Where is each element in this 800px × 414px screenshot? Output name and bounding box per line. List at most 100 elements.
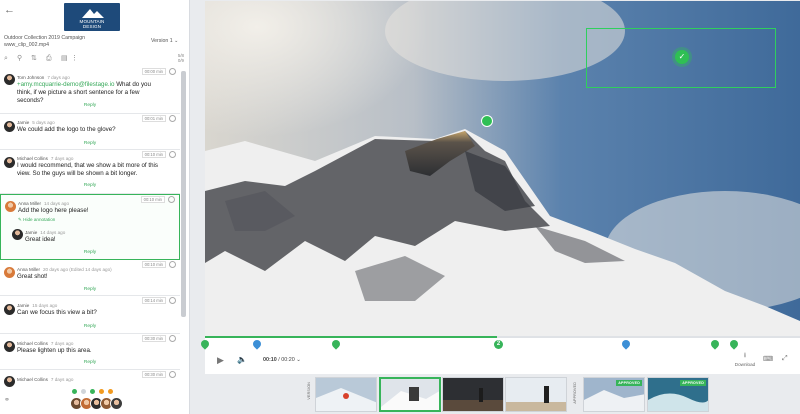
comment-age: 14 days ago <box>40 230 66 235</box>
comment-age: 20 days ago (Edited 14 days ago) <box>42 267 112 272</box>
comment-marker[interactable] <box>251 338 263 350</box>
author-name: Jamie <box>17 303 30 308</box>
avatar <box>4 74 15 85</box>
status-dot <box>99 389 104 394</box>
comment-age: 15 days ago <box>32 303 58 308</box>
author-name: Michael Collins <box>17 341 48 346</box>
resolve-checkbox[interactable] <box>169 297 176 304</box>
comment-marker[interactable] <box>728 338 740 350</box>
comment-item[interactable]: 00:30 min Michael Collins 7 days ago Plea… <box>0 334 180 370</box>
status-dot <box>81 389 86 394</box>
annotation-box[interactable]: ✓ <box>586 28 776 88</box>
author-name: Tom Johnson <box>17 75 45 80</box>
timeline-progress <box>205 336 497 338</box>
comment-marker[interactable] <box>709 338 721 350</box>
avatar <box>4 157 15 168</box>
comment-item[interactable]: 00:10 min Anna Miller 20 days ago (Edited… <box>0 260 180 296</box>
annotation-pin[interactable] <box>481 115 493 127</box>
comments-scrollbar[interactable] <box>181 71 186 317</box>
hide-annotation-link[interactable]: ✎ Hide annotation <box>18 217 55 223</box>
version-select[interactable]: Version 1 ⌄ <box>151 38 178 44</box>
reply-link[interactable]: Reply <box>0 360 180 365</box>
avatar <box>4 341 15 352</box>
resolve-checkbox[interactable] <box>168 196 175 203</box>
back-arrow-icon[interactable]: ← <box>4 4 15 16</box>
export-icon[interactable]: ⎙ <box>46 55 52 63</box>
timecode-badge[interactable]: 00:10 min <box>140 196 165 203</box>
sort-icon[interactable]: ⇅ <box>31 55 37 63</box>
avatar <box>4 304 15 315</box>
search-icon[interactable]: ⌕ <box>4 55 8 63</box>
download-button[interactable]: ⭳ Download <box>733 351 757 367</box>
reply-link[interactable]: Reply <box>0 324 180 329</box>
reply-link[interactable]: Reply <box>0 141 180 146</box>
link-icon[interactable]: ⚭ <box>4 396 10 404</box>
comment-item[interactable]: 00:00 min Tom Johnson 7 days ago +amy.mcq… <box>0 67 180 114</box>
comments-panel: ← MOUNTAIN DESIGN Outdoor Collection 2019… <box>0 0 190 414</box>
timecode-badge[interactable]: 00:01 min <box>141 115 166 122</box>
resolve-checkbox[interactable] <box>169 68 176 75</box>
thumbnail-selected[interactable] <box>379 377 441 412</box>
brand-logo: MOUNTAIN DESIGN <box>64 3 120 31</box>
resolve-checkbox[interactable] <box>169 371 176 378</box>
timecode-badge[interactable]: 00:14 min <box>141 297 166 304</box>
timecode-badge[interactable]: 00:00 min <box>141 68 166 75</box>
more-icon[interactable]: ⋮ <box>71 55 78 63</box>
timecode-badge[interactable]: 00:10 min <box>141 261 166 268</box>
timecode-badge[interactable]: 00:10 min <box>141 151 166 158</box>
thumbnail[interactable] <box>505 377 567 412</box>
comment-age: 7 days ago <box>50 156 74 161</box>
video-frame[interactable]: ✓ <box>205 1 800 336</box>
reply-link[interactable]: Reply <box>0 287 180 292</box>
comment-item[interactable]: 00:30 min Michael Collins 7 days ago <box>0 370 180 390</box>
file-name: www_clip_002.mp4 <box>4 42 49 48</box>
comment-item[interactable]: 00:10 min Michael Collins 7 days ago I wo… <box>0 150 180 194</box>
author-name: Anna Miller <box>17 267 40 272</box>
timecode-badge[interactable]: 00:30 min <box>141 371 166 378</box>
resolve-checkbox[interactable] <box>169 151 176 158</box>
check-icon[interactable]: ✓ <box>675 50 689 64</box>
timeline-track[interactable] <box>205 336 800 338</box>
avatar <box>4 376 15 387</box>
comment-item-active[interactable]: 00:10 min Anna Miller 14 days ago Add the… <box>0 194 180 260</box>
avatar[interactable] <box>110 397 123 410</box>
thumbnail[interactable]: APPROVED <box>647 377 709 412</box>
reply-link[interactable]: Reply <box>0 183 180 188</box>
comment-age: 5 days ago <box>32 120 55 125</box>
resolve-checkbox[interactable] <box>169 335 176 342</box>
comment-marker-count[interactable]: 2 <box>494 340 503 349</box>
timecode-badge[interactable]: 00:30 min <box>141 335 166 342</box>
comment-text: Great shot! <box>17 273 48 280</box>
filmstrip-label: VERSION <box>307 382 311 400</box>
reply-link[interactable]: Reply <box>0 103 180 108</box>
avatar <box>4 121 15 132</box>
comment-marker[interactable] <box>330 338 342 350</box>
thumbnail[interactable]: APPROVED <box>583 377 645 412</box>
comment-age: 7 days ago <box>50 377 74 382</box>
filmstrip-label: APPROVED <box>573 382 577 404</box>
approved-badge: APPROVED <box>616 380 642 386</box>
resolve-checkbox[interactable] <box>169 115 176 122</box>
approved-badge: APPROVED <box>680 380 706 386</box>
comment-marker[interactable] <box>199 338 211 350</box>
thumbnail[interactable] <box>442 377 504 412</box>
resolve-checkbox[interactable] <box>169 261 176 268</box>
filter-icon[interactable]: ⚲ <box>17 55 22 63</box>
comment-item[interactable]: 00:14 min Jamie 15 days ago Can we focus … <box>0 296 180 334</box>
status-dot <box>108 389 113 394</box>
play-icon[interactable]: ▶ <box>217 355 224 366</box>
comment-item[interactable]: 00:01 min Jamie 5 days ago We could add t… <box>0 114 180 150</box>
comment-text: Can we focus this view a bit? <box>17 309 97 316</box>
comment-marker[interactable] <box>620 338 632 350</box>
volume-icon[interactable]: 🔈 <box>237 355 247 364</box>
fullscreen-icon[interactable]: ⤢ <box>782 355 788 363</box>
version-filmstrip: VERSION APPROVED APPROVED APPROVED <box>205 374 800 414</box>
author-name: Michael Collins <box>17 156 48 161</box>
author-name: Anna Miller <box>18 201 41 206</box>
author-name: Michael Collins <box>17 377 48 382</box>
comment-text: We could add the logo to the glove? <box>17 126 116 133</box>
thumbnail[interactable] <box>315 377 377 412</box>
reply-link[interactable]: Reply <box>1 250 179 255</box>
print-icon[interactable]: ▤ <box>61 55 68 63</box>
keyboard-icon[interactable]: ⌨ <box>763 355 773 363</box>
